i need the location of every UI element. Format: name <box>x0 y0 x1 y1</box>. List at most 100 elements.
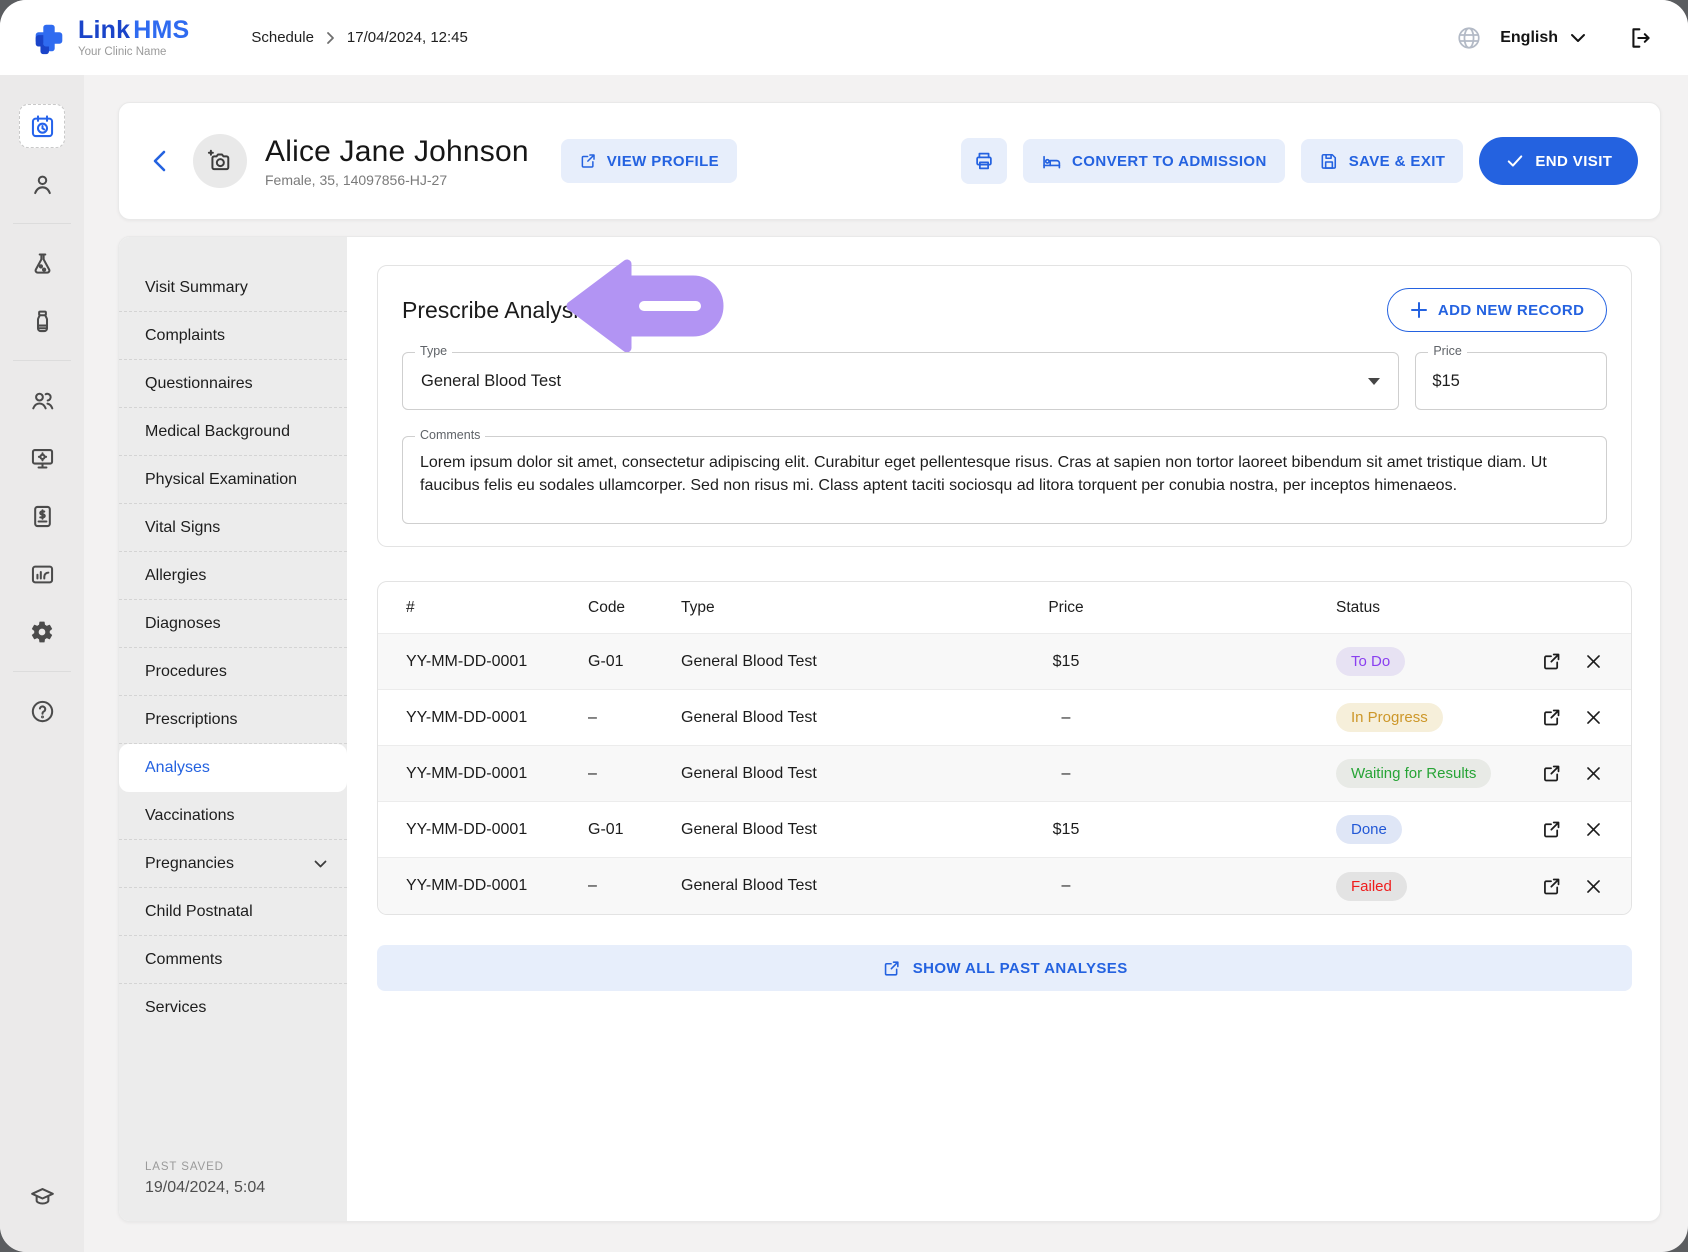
status-badge: Waiting for Results <box>1336 759 1491 788</box>
show-all-past-analyses-button[interactable]: SHOW ALL PAST ANALYSES <box>377 945 1632 991</box>
visit-nav-item[interactable]: Vaccinations <box>119 792 347 840</box>
patient-meta: Female, 35, 14097856-HJ-27 <box>265 172 529 188</box>
plus-icon <box>1410 301 1428 319</box>
visit-nav-item[interactable]: Physical Examination <box>119 456 347 504</box>
patient-name: Alice Jane Johnson <box>265 135 529 169</box>
analysis-type-select[interactable]: Type General Blood Test <box>402 352 1399 410</box>
visit-nav-item-label: Medical Background <box>145 423 290 441</box>
status-badge: To Do <box>1336 647 1405 676</box>
comments-field[interactable]: Comments Lorem ipsum dolor sit amet, con… <box>402 436 1607 524</box>
patient-header-card: Alice Jane Johnson Female, 35, 14097856-… <box>118 102 1661 220</box>
visit-nav-item[interactable]: Diagnoses <box>119 600 347 648</box>
view-profile-label: VIEW PROFILE <box>607 153 719 170</box>
rail-education-cap-icon[interactable] <box>19 1175 65 1219</box>
visit-nav-item[interactable]: Complaints <box>119 312 347 360</box>
visit-nav-item[interactable]: Medical Background <box>119 408 347 456</box>
patient-identity: Alice Jane Johnson Female, 35, 14097856-… <box>265 135 529 188</box>
delete-record-button[interactable] <box>1584 708 1603 727</box>
delete-record-button[interactable] <box>1584 820 1603 839</box>
rail-medicine-bottle-icon[interactable] <box>19 299 65 343</box>
visit-nav-item[interactable]: Procedures <box>119 648 347 696</box>
visit-nav-item[interactable]: Analyses <box>119 744 347 792</box>
logout-button[interactable] <box>1628 25 1654 51</box>
cell-record-id: YY-MM-DD-0001 <box>406 765 588 783</box>
visit-nav-item[interactable]: Prescriptions <box>119 696 347 744</box>
visit-nav-item[interactable]: Comments <box>119 936 347 984</box>
delete-record-button[interactable] <box>1584 764 1603 783</box>
open-record-button[interactable] <box>1541 651 1562 672</box>
column-header-price: Price <box>1001 599 1131 617</box>
breadcrumb-schedule[interactable]: Schedule <box>251 29 314 46</box>
language-selector[interactable]: English <box>1500 29 1586 47</box>
rail-lab-flask-icon[interactable] <box>19 241 65 285</box>
app-window: LinkHMS Your Clinic Name Schedule 17/04/… <box>0 0 1688 1252</box>
print-button[interactable] <box>961 138 1007 184</box>
section-title: Prescribe Analysis <box>402 297 590 324</box>
comments-field-label: Comments <box>415 428 485 442</box>
add-new-record-label: ADD NEW RECORD <box>1438 302 1584 319</box>
brand-name-secondary: HMS <box>133 16 189 44</box>
status-badge: In Progress <box>1336 703 1443 732</box>
rail-settings-gear-icon[interactable] <box>19 610 65 654</box>
rail-workstation-gear-icon[interactable] <box>19 436 65 480</box>
open-record-button[interactable] <box>1541 819 1562 840</box>
patient-avatar-add-photo[interactable] <box>193 134 247 188</box>
show-all-past-analyses-label: SHOW ALL PAST ANALYSES <box>913 960 1128 977</box>
rail-schedule-calendar-icon[interactable] <box>19 104 65 148</box>
breadcrumb: Schedule 17/04/2024, 12:45 <box>251 29 468 46</box>
visit-nav-item[interactable]: Pregnancies <box>119 840 347 888</box>
delete-record-button[interactable] <box>1584 877 1603 896</box>
save-and-exit-button[interactable]: SAVE & EXIT <box>1301 139 1464 183</box>
analyses-table-body: YY-MM-DD-0001 G-01 General Blood Test $1… <box>378 634 1631 914</box>
visit-nav-item[interactable]: Visit Summary <box>119 264 347 312</box>
table-row: YY-MM-DD-0001 – General Blood Test – In … <box>378 690 1631 746</box>
app-logo: LinkHMS Your Clinic Name <box>30 18 189 58</box>
visit-nav-item-label: Physical Examination <box>145 471 297 489</box>
rail-billing-invoice-icon[interactable] <box>19 494 65 538</box>
cell-status: Done <box>1131 815 1491 844</box>
column-header-code: Code <box>588 599 681 617</box>
external-link-icon <box>882 959 901 978</box>
breadcrumb-current-date: 17/04/2024, 12:45 <box>347 29 468 46</box>
visit-nav-item-label: Prescriptions <box>145 711 237 729</box>
open-record-button[interactable] <box>1541 763 1562 784</box>
analyses-table-header: # Code Type Price Status <box>378 582 1631 634</box>
cell-type: General Blood Test <box>681 653 1001 671</box>
cell-code: G-01 <box>588 653 681 671</box>
visit-nav-item[interactable]: Questionnaires <box>119 360 347 408</box>
cell-status: To Do <box>1131 647 1491 676</box>
visit-nav-item[interactable]: Vital Signs <box>119 504 347 552</box>
add-new-record-button[interactable]: ADD NEW RECORD <box>1387 288 1607 332</box>
visit-nav-item-label: Allergies <box>145 567 206 585</box>
rail-help-icon[interactable] <box>19 689 65 733</box>
cell-type: General Blood Test <box>681 877 1001 895</box>
open-record-button[interactable] <box>1541 876 1562 897</box>
language-label: English <box>1500 29 1558 47</box>
convert-to-admission-button[interactable]: CONVERT TO ADMISSION <box>1023 139 1285 183</box>
column-header-number: # <box>406 599 588 617</box>
visit-nav-item[interactable]: Allergies <box>119 552 347 600</box>
end-visit-button[interactable]: END VISIT <box>1479 137 1638 185</box>
cell-price: – <box>1001 765 1131 783</box>
cell-price: $15 <box>1001 653 1131 671</box>
delete-record-button[interactable] <box>1584 652 1603 671</box>
open-record-button[interactable] <box>1541 707 1562 728</box>
bed-icon <box>1041 151 1062 172</box>
breadcrumb-chevron-icon <box>326 31 335 45</box>
visit-nav-item-label: Analyses <box>145 759 210 777</box>
cell-actions <box>1491 651 1603 672</box>
visit-nav-item[interactable]: Child Postnatal <box>119 888 347 936</box>
rail-dashboard-chart-icon[interactable] <box>19 552 65 596</box>
globe-icon <box>1456 25 1482 51</box>
rail-patients-group-icon[interactable] <box>19 378 65 422</box>
back-button[interactable] <box>145 146 175 176</box>
status-badge: Failed <box>1336 872 1407 901</box>
visit-nav-item[interactable]: Services <box>119 984 347 1032</box>
table-row: YY-MM-DD-0001 G-01 General Blood Test $1… <box>378 634 1631 690</box>
rail-patient-icon[interactable] <box>19 162 65 206</box>
cell-status: In Progress <box>1131 703 1491 732</box>
table-row: YY-MM-DD-0001 – General Blood Test – Fai… <box>378 858 1631 914</box>
price-field[interactable]: Price $15 <box>1415 352 1607 410</box>
view-profile-button[interactable]: VIEW PROFILE <box>561 139 737 183</box>
cell-type: General Blood Test <box>681 709 1001 727</box>
